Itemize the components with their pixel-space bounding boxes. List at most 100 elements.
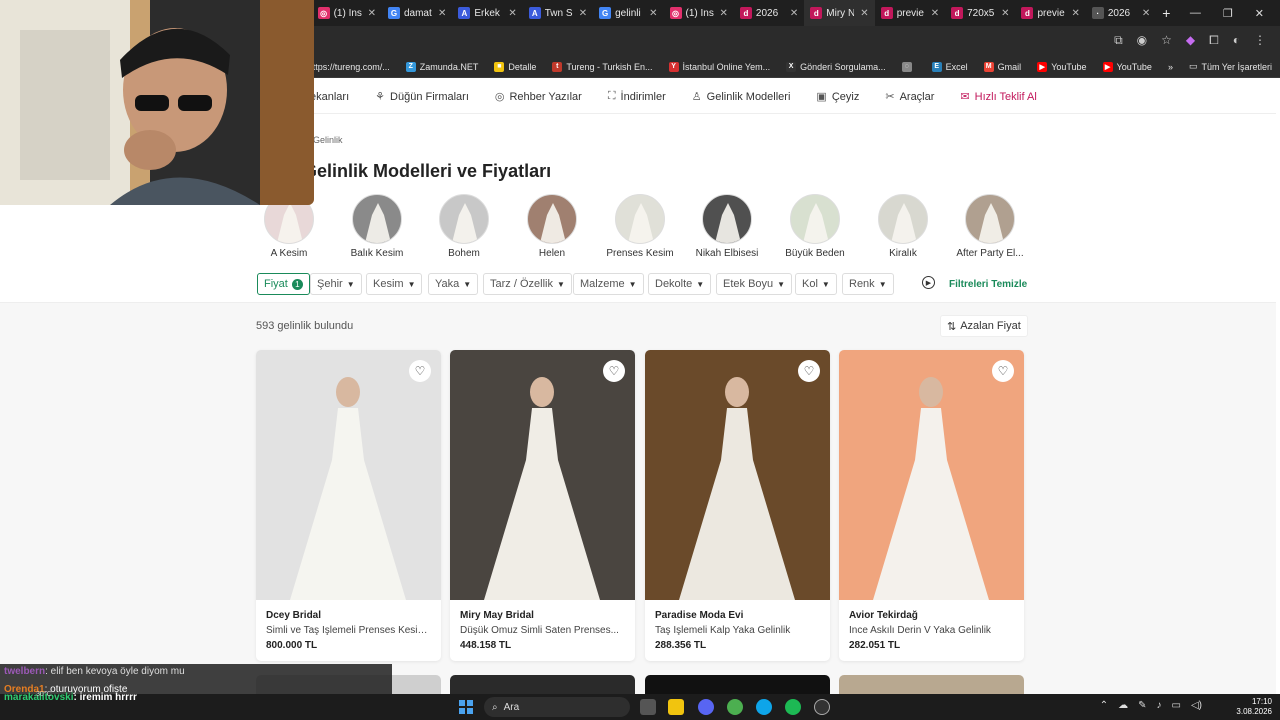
scroll-filters-icon[interactable]: ▶ bbox=[922, 276, 935, 289]
weather-widget[interactable]: 30°C bbox=[36, 691, 52, 698]
close-tab-icon[interactable]: ✕ bbox=[931, 8, 939, 19]
browser-tab[interactable]: Ggelinli ✕ bbox=[593, 0, 663, 26]
close-tab-icon[interactable]: ✕ bbox=[860, 8, 868, 19]
product-card[interactable]: ♡ Paradise Moda Evi Taş İşlemeli Kalp Yaka… bbox=[645, 350, 830, 661]
clear-filters-button[interactable]: Filtreleri Temizle bbox=[949, 279, 1027, 290]
category-item[interactable]: Prenses Kesim bbox=[595, 194, 685, 259]
browser-tab[interactable]: d previe ✕ bbox=[1015, 0, 1085, 26]
edge-icon[interactable] bbox=[756, 699, 772, 715]
filter-dropdown[interactable]: Renk ▼ bbox=[842, 273, 894, 295]
sort-button[interactable]: ⇅ Azalan Fiyat bbox=[940, 315, 1028, 337]
bookmarks-more-button[interactable]: » bbox=[1160, 62, 1181, 72]
close-tab-icon[interactable]: ✕ bbox=[790, 8, 798, 19]
browser-tab[interactable]: Gdamat ✕ bbox=[382, 0, 452, 26]
filter-dropdown[interactable]: Kol ▼ bbox=[795, 273, 837, 295]
close-tab-icon[interactable]: ✕ bbox=[1001, 8, 1009, 19]
bookmark-item[interactable]: X Gönderi Sorgulama... bbox=[778, 61, 894, 72]
nav-item[interactable]: ⌂ekanları bbox=[310, 90, 349, 103]
bookmark-item[interactable]: E Excel bbox=[924, 61, 976, 72]
favorite-heart-icon[interactable]: ♡ bbox=[798, 360, 820, 382]
file-explorer-icon[interactable] bbox=[668, 699, 684, 715]
product-image[interactable]: ♡ bbox=[450, 350, 635, 600]
taskbar-search[interactable]: ⌕ Ara bbox=[484, 697, 630, 717]
browser-tab[interactable]: d previe ✕ bbox=[875, 0, 945, 26]
network-icon[interactable]: ▭ bbox=[1172, 700, 1181, 711]
close-tab-icon[interactable]: ✕ bbox=[1142, 8, 1150, 19]
bookmark-item[interactable]: t Tureng - Turkish En... bbox=[544, 61, 660, 72]
chevron-up-icon[interactable]: ⌃ bbox=[1100, 700, 1108, 711]
nav-item[interactable]: ⛶ İndirimler bbox=[608, 90, 666, 103]
favorite-heart-icon[interactable]: ♡ bbox=[409, 360, 431, 382]
browser-tab[interactable]: ◎ (1) Ins ✕ bbox=[664, 0, 734, 26]
category-item[interactable]: After Party El... bbox=[945, 194, 1035, 259]
extension-purple-icon[interactable]: ◆ bbox=[1186, 33, 1195, 48]
category-item[interactable]: Kiralık bbox=[858, 194, 948, 259]
task-view-icon[interactable] bbox=[640, 699, 656, 715]
product-image[interactable]: ♡ bbox=[256, 350, 441, 600]
browser-tab[interactable]: d 2026 ✕ bbox=[734, 0, 804, 26]
product-card-partial[interactable] bbox=[839, 675, 1024, 695]
extensions-icon[interactable]: ⧠ bbox=[1209, 33, 1219, 48]
discord-icon[interactable] bbox=[698, 699, 714, 715]
microphone-icon[interactable]: ♪ bbox=[1157, 700, 1162, 711]
close-tab-icon[interactable]: ✕ bbox=[579, 8, 587, 19]
close-tab-icon[interactable]: ✕ bbox=[438, 8, 446, 19]
product-image[interactable]: ♡ bbox=[645, 350, 830, 600]
favorite-heart-icon[interactable]: ♡ bbox=[992, 360, 1014, 382]
volume-icon[interactable]: ◁) bbox=[1191, 700, 1202, 711]
nav-item[interactable]: ♙ Gelinlik Modelleri bbox=[692, 90, 791, 104]
obs-icon[interactable] bbox=[814, 699, 830, 715]
star-icon[interactable]: ☆ bbox=[1161, 33, 1172, 48]
filter-dropdown[interactable]: Etek Boyu ▼ bbox=[716, 273, 793, 295]
category-item[interactable]: Büyük Beden bbox=[770, 194, 860, 259]
install-app-icon[interactable]: ⧉ bbox=[1114, 33, 1123, 48]
product-card-partial[interactable] bbox=[450, 675, 635, 695]
bookmark-item[interactable]: ▶ YouTube bbox=[1029, 61, 1094, 72]
all-bookmarks-folder[interactable]: ▭ Tüm Yer İşaretleri bbox=[1181, 61, 1280, 72]
product-card[interactable]: ♡ Miry May Bridal Düşük Omuz Simli Saten P… bbox=[450, 350, 635, 661]
chrome-icon[interactable] bbox=[727, 699, 743, 715]
nav-item[interactable]: ✂ Araçlar bbox=[885, 90, 934, 104]
nav-item[interactable]: ◎ Rehber Yazılar bbox=[495, 90, 582, 104]
filter-dropdown[interactable]: Fiyat 1 bbox=[257, 273, 310, 295]
bookmark-item[interactable]: ▶ YouTube bbox=[1095, 61, 1160, 72]
close-tab-icon[interactable]: ✕ bbox=[649, 8, 657, 19]
minimize-icon[interactable]: — bbox=[1190, 7, 1201, 19]
profile-avatar[interactable]: ◐ bbox=[1233, 33, 1240, 48]
eye-off-icon[interactable]: ◉ bbox=[1137, 33, 1147, 48]
category-item[interactable]: Nikah Elbisesi bbox=[682, 194, 772, 259]
favorite-heart-icon[interactable]: ♡ bbox=[603, 360, 625, 382]
filter-dropdown[interactable]: Malzeme ▼ bbox=[573, 273, 644, 295]
filter-dropdown[interactable]: Kesim ▼ bbox=[366, 273, 423, 295]
nav-item[interactable]: ⚘ Düğün Firmaları bbox=[375, 90, 469, 104]
product-image[interactable]: ♡ bbox=[839, 350, 1024, 600]
menu-icon[interactable]: ⋮ bbox=[1254, 33, 1266, 48]
filter-dropdown[interactable]: Dekolte ▼ bbox=[648, 273, 712, 295]
start-button[interactable] bbox=[459, 700, 473, 714]
pen-icon[interactable]: ✎ bbox=[1138, 700, 1146, 711]
bookmark-item[interactable]: Z Zamunda.NET bbox=[398, 61, 487, 72]
bookmark-item[interactable]: Y İstanbul Online Yem... bbox=[661, 61, 779, 72]
browser-tab[interactable]: d Miry N ✕ bbox=[804, 0, 875, 26]
bookmark-item[interactable]: ◌ bbox=[894, 61, 924, 72]
clock[interactable]: 17:10 3.08.2026 bbox=[1236, 697, 1272, 717]
close-icon[interactable]: ✕ bbox=[1255, 7, 1264, 20]
breadcrumb[interactable]: Gelinlik bbox=[313, 135, 343, 145]
browser-tab[interactable]: d 720x5 ✕ bbox=[945, 0, 1015, 26]
browser-tab[interactable]: ◎ (1) Ins ✕ bbox=[312, 0, 382, 26]
new-tab-button[interactable]: + bbox=[1156, 0, 1176, 26]
nav-item[interactable]: ▣ Çeyiz bbox=[816, 90, 859, 104]
filter-dropdown[interactable]: Şehir ▼ bbox=[310, 273, 362, 295]
close-tab-icon[interactable]: ✕ bbox=[508, 8, 516, 19]
nav-item[interactable]: ✉ Hızlı Teklif Al bbox=[960, 90, 1036, 104]
category-item[interactable]: Helen bbox=[507, 194, 597, 259]
product-card[interactable]: ♡ Avior Tekirdağ İnce Askılı Derin V Yaka … bbox=[839, 350, 1024, 661]
spotify-icon[interactable] bbox=[785, 699, 801, 715]
browser-tab[interactable]: · 2026 ✕ bbox=[1086, 0, 1156, 26]
maximize-icon[interactable]: ❐ bbox=[1223, 7, 1233, 20]
product-card[interactable]: ♡ Dcey Bridal Simli ve Taş İşlemeli Prense… bbox=[256, 350, 441, 661]
close-tab-icon[interactable]: ✕ bbox=[1071, 8, 1079, 19]
bookmark-item[interactable]: M Gmail bbox=[976, 61, 1030, 72]
bookmark-item[interactable]: ■ Detalle bbox=[486, 61, 544, 72]
cloud-icon[interactable]: ☁ bbox=[1118, 700, 1128, 711]
